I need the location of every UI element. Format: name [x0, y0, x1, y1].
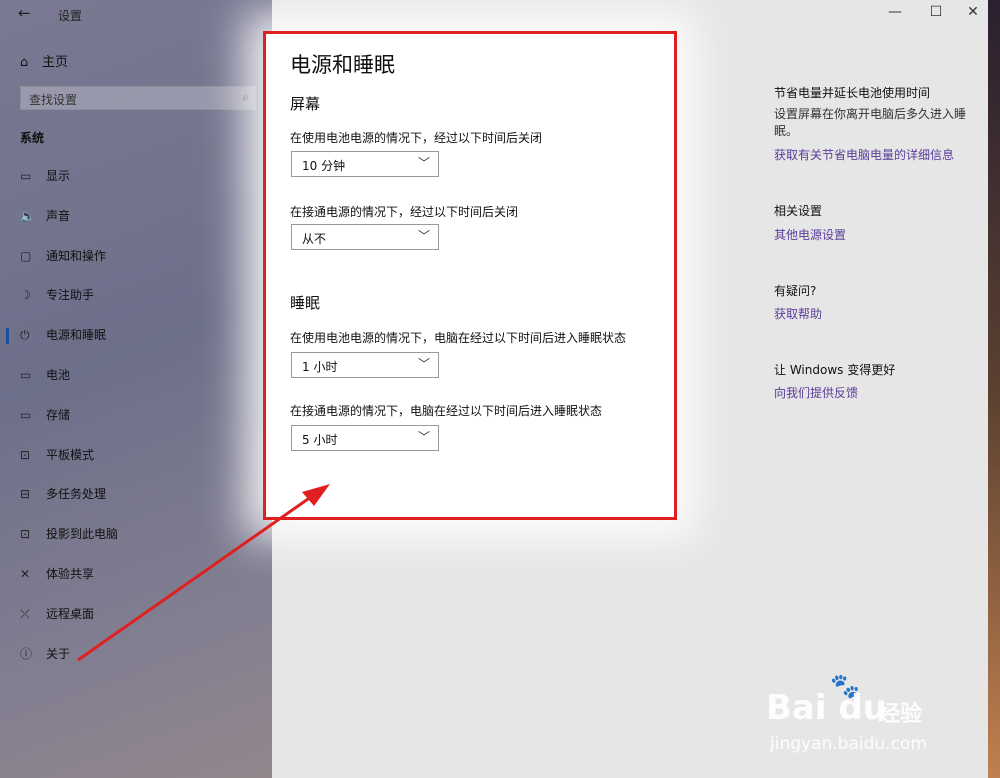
watermark-cn: 经验 — [878, 702, 923, 727]
watermark-url: jingyan.baidu.com — [770, 734, 927, 754]
baidu-watermark: 🐾 Bai du 经验 jingyan.baidu.com — [766, 670, 966, 760]
annotation-arrow — [77, 484, 330, 662]
annotation-arrow-line — [77, 490, 319, 662]
watermark-logo: Bai du — [766, 688, 887, 728]
annotation-arrow-head — [302, 484, 330, 506]
